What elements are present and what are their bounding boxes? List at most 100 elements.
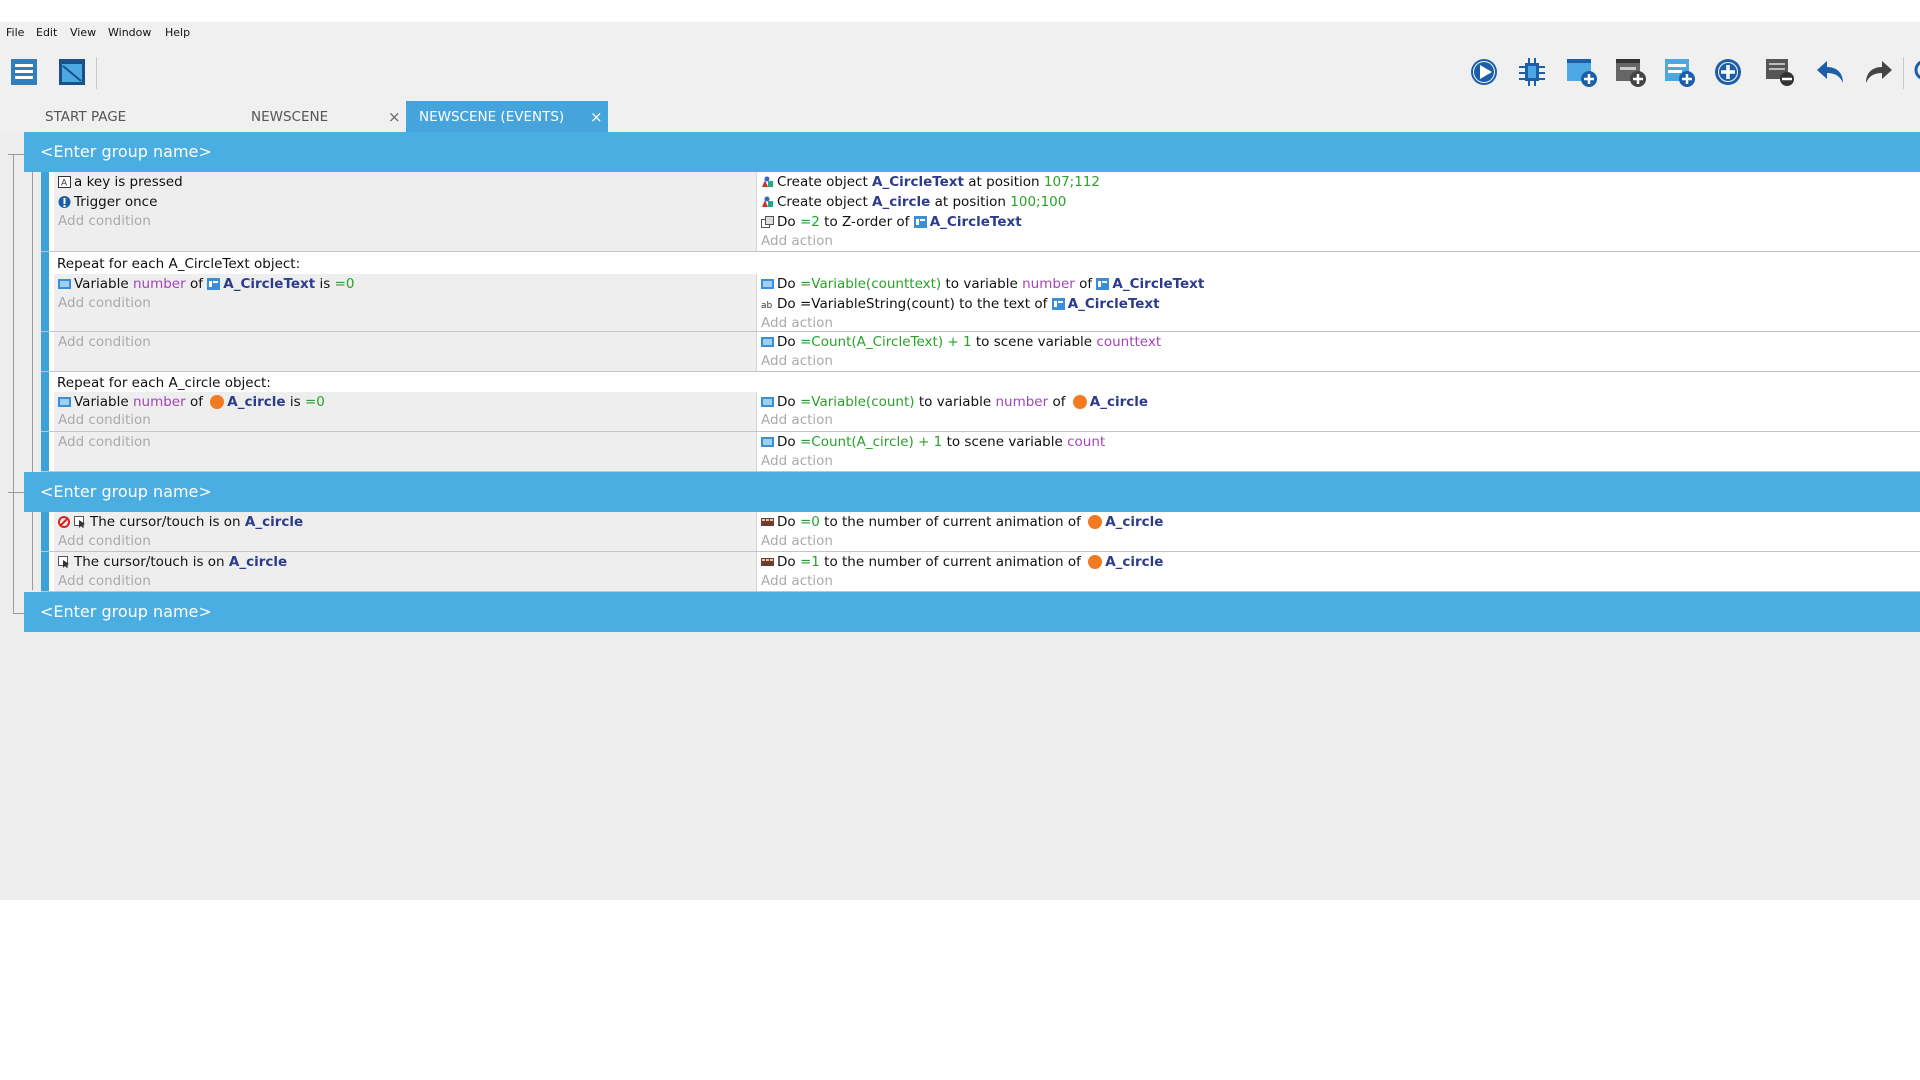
text-object-icon [1051, 298, 1065, 310]
add-condition-link[interactable]: Add condition [58, 212, 151, 230]
menu-edit[interactable]: Edit [36, 26, 57, 39]
add-comment-icon[interactable] [1662, 55, 1696, 89]
event-handle[interactable] [41, 552, 49, 591]
repeat-event-row[interactable]: Repeat for each A_circle object: Variabl… [41, 372, 1920, 432]
add-action-link[interactable]: Add action [761, 411, 833, 429]
add-event-icon[interactable] [1564, 55, 1598, 89]
event-handle[interactable] [41, 512, 49, 551]
group-name[interactable]: <Enter group name> [40, 482, 212, 501]
redo-icon[interactable] [1862, 55, 1896, 89]
close-icon[interactable]: × [590, 108, 603, 126]
action[interactable]: ab Do =VariableString(count) to the text … [761, 295, 1160, 313]
tab-newscene[interactable]: NEWSCENE × [205, 101, 405, 132]
group-header[interactable]: <Enter group name> [24, 472, 1920, 512]
debug-icon[interactable] [1515, 55, 1549, 89]
conditions-column: The cursor/touch is on A_circle Add cond… [54, 512, 756, 551]
event-handle[interactable] [41, 332, 49, 371]
menu-view[interactable]: View [70, 26, 96, 39]
event-row[interactable]: Aa key is pressed Trigger once Add condi… [41, 172, 1920, 252]
repeat-event-row[interactable]: Repeat for each A_CircleText object: Var… [41, 252, 1920, 332]
condition[interactable]: Aa key is pressed [58, 173, 183, 191]
action[interactable]: Do =Variable(counttext) to variable numb… [761, 275, 1204, 293]
add-condition-link[interactable]: Add condition [58, 411, 151, 429]
menu-help[interactable]: Help [165, 26, 190, 39]
action[interactable]: Do =Count(A_CircleText) + 1 to scene var… [761, 333, 1161, 351]
condition-text: of [189, 394, 203, 410]
action-text: of [1052, 394, 1066, 410]
add-condition-link[interactable]: Add condition [58, 333, 151, 351]
tab-start-page[interactable]: START PAGE [0, 101, 205, 132]
group-name[interactable]: <Enter group name> [40, 142, 212, 161]
add-action-link[interactable]: Add action [761, 532, 833, 550]
variable-name: number [132, 276, 186, 292]
add-action-link[interactable]: Add action [761, 352, 833, 370]
group-header[interactable]: <Enter group name> [24, 132, 1920, 172]
circle-object-icon [1072, 395, 1087, 409]
menu-file[interactable]: File [6, 26, 24, 39]
expression: =0 [304, 394, 325, 410]
condition[interactable]: The cursor/touch is on A_circle [58, 553, 287, 571]
add-condition-link[interactable]: Add condition [58, 433, 151, 451]
events-sheet: <Enter group name> Aa key is pressed Tri… [0, 132, 1920, 900]
scene-icon[interactable] [55, 55, 89, 89]
tab-newscene-events[interactable]: NEWSCENE (EVENTS) × [406, 101, 608, 132]
add-condition-link[interactable]: Add condition [58, 294, 151, 312]
action[interactable]: Do =0 to the number of current animation… [761, 513, 1163, 531]
cursor-on-object-icon [58, 556, 69, 568]
condition[interactable]: Trigger once [58, 193, 157, 211]
preview-icon[interactable] [1467, 55, 1501, 89]
group-name[interactable]: <Enter group name> [40, 602, 212, 621]
add-condition-link[interactable]: Add condition [58, 532, 151, 550]
info-icon [58, 196, 71, 208]
add-action-link[interactable]: Add action [761, 232, 833, 250]
add-group-icon[interactable] [1711, 55, 1745, 89]
svg-text:ab: ab [761, 301, 773, 310]
expression: =Variable(counttext) [799, 276, 942, 292]
event-row[interactable]: The cursor/touch is on A_circle Add cond… [41, 512, 1920, 552]
add-action-link[interactable]: Add action [761, 572, 833, 590]
condition[interactable]: Variable number of A_CircleText is =0 [58, 275, 355, 293]
expression: 107;112 [1043, 174, 1100, 190]
action-text: Do [777, 514, 796, 530]
text-object-icon [913, 216, 927, 228]
event-handle[interactable] [41, 172, 49, 251]
tree-line [8, 492, 24, 493]
object-name: A_circle [872, 194, 931, 210]
condition-text: is [289, 394, 301, 410]
add-action-link[interactable]: Add action [761, 452, 833, 470]
event-row[interactable]: Add condition Do =Count(A_circle) + 1 to… [41, 432, 1920, 472]
add-sub-event-icon[interactable] [1613, 55, 1647, 89]
action[interactable]: Create object A_circle at position 100;1… [761, 193, 1066, 211]
search-icon[interactable] [1908, 55, 1920, 89]
action[interactable]: Do =Variable(count) to variable number o… [761, 393, 1148, 411]
cursor-on-object-icon [74, 516, 85, 528]
action-text: to variable [945, 276, 1018, 292]
action-text: to scene variable [975, 334, 1093, 350]
delete-icon[interactable] [1763, 55, 1797, 89]
variable-icon [58, 279, 71, 289]
actions-column: Create object A_CircleText at position 1… [756, 172, 1920, 251]
action[interactable]: Do =2 to Z-order of A_CircleText [761, 213, 1022, 231]
event-handle[interactable] [41, 372, 49, 431]
action[interactable]: Do =Count(A_circle) + 1 to scene variabl… [761, 433, 1105, 451]
event-handle[interactable] [41, 432, 49, 471]
toolbar-separator [96, 57, 97, 89]
z-order-icon [761, 216, 774, 228]
event-row[interactable]: The cursor/touch is on A_circle Add cond… [41, 552, 1920, 592]
event-row[interactable]: Add condition Do =Count(A_CircleText) + … [41, 332, 1920, 372]
add-condition-link[interactable]: Add condition [58, 572, 151, 590]
event-handle[interactable] [41, 252, 49, 331]
action[interactable]: Create object A_CircleText at position 1… [761, 173, 1100, 191]
add-action-link[interactable]: Add action [761, 314, 833, 332]
tree-line [13, 154, 14, 494]
action[interactable]: Do =1 to the number of current animation… [761, 553, 1163, 571]
project-manager-icon[interactable] [7, 55, 41, 89]
group-header[interactable]: <Enter group name> [24, 592, 1920, 632]
undo-icon[interactable] [1813, 55, 1847, 89]
condition[interactable]: Variable number of A_circle is =0 [58, 393, 325, 411]
close-icon[interactable]: × [388, 108, 401, 126]
menu-window[interactable]: Window [108, 26, 151, 39]
condition[interactable]: The cursor/touch is on A_circle [58, 513, 303, 531]
text-object-icon [1096, 278, 1110, 290]
object-name: A_circle [1105, 514, 1164, 530]
